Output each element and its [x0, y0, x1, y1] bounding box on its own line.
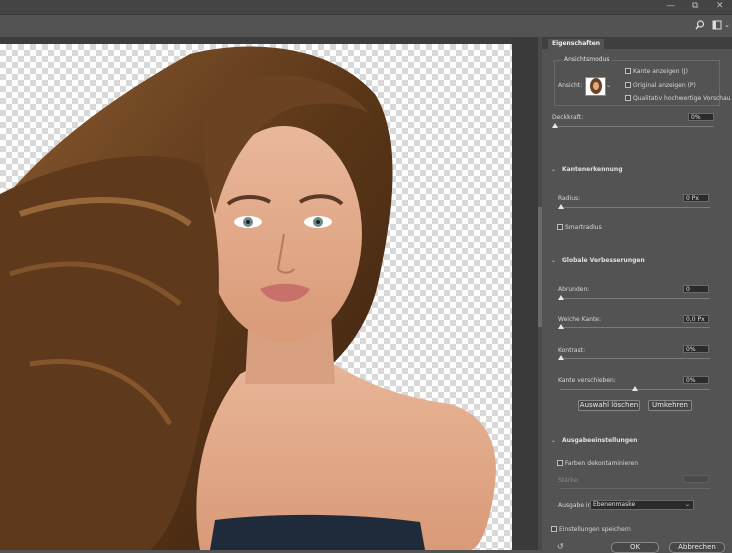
options-bar: ⌄: [0, 14, 732, 38]
edge-detection-chevron-icon[interactable]: ⌄: [551, 166, 556, 173]
strength-field: [683, 475, 709, 483]
contrast-field[interactable]: 0%: [683, 345, 709, 353]
remember-settings-label: Einstellungen speichern: [559, 526, 631, 533]
edge-detection-header[interactable]: Kantenerkennung: [562, 166, 623, 173]
search-icon[interactable]: [695, 20, 705, 33]
remember-settings-checkbox[interactable]: [551, 526, 557, 532]
global-refinements-chevron-icon[interactable]: ⌄: [551, 257, 556, 264]
portrait-image: [0, 46, 496, 550]
close-button[interactable]: ✕: [716, 1, 724, 12]
transparency-grid[interactable]: [0, 44, 512, 550]
minimize-button[interactable]: —: [666, 1, 675, 12]
tab-properties[interactable]: Eigenschaften: [548, 39, 605, 49]
output-to-value: Ebenenmaske: [593, 501, 636, 508]
panel-tab-row: Eigenschaften: [542, 37, 732, 49]
shift-edge-label: Kante verschieben:: [558, 377, 616, 384]
smooth-slider[interactable]: [560, 298, 710, 299]
contrast-label: Kontrast:: [558, 347, 586, 354]
radius-label: Radius:: [558, 195, 581, 202]
feather-slider[interactable]: [560, 327, 710, 328]
feather-label: Weiche Kante:: [558, 316, 602, 323]
shift-edge-slider-knob[interactable]: [632, 386, 638, 391]
restore-button[interactable]: ⧉: [692, 1, 698, 12]
hq-preview-label: Qualitativ hochwertige Vorschau: [633, 95, 731, 102]
output-to-chevron-icon: ⌄: [684, 501, 690, 508]
show-edge-label: Kante anzeigen (J): [633, 68, 688, 75]
workspace-icon[interactable]: [712, 20, 722, 33]
ruler: [0, 37, 512, 44]
contrast-slider[interactable]: [560, 358, 710, 359]
output-to-label: Ausgabe in:: [558, 502, 594, 509]
radius-slider-knob[interactable]: [558, 204, 564, 209]
opacity-slider-knob[interactable]: [552, 123, 558, 128]
canvas-area[interactable]: [0, 37, 512, 550]
opacity-label: Deckkraft:: [552, 114, 584, 121]
cancel-button[interactable]: Abbrechen: [669, 542, 725, 553]
smooth-slider-knob[interactable]: [558, 295, 564, 300]
view-dropdown-chevron-icon[interactable]: ⌄: [606, 82, 611, 89]
show-original-checkbox[interactable]: [625, 82, 631, 88]
decontaminate-label: Farben dekontaminieren: [565, 460, 639, 467]
view-thumbnail[interactable]: [585, 77, 606, 96]
show-edge-checkbox[interactable]: [625, 68, 631, 74]
view-label: Ansicht:: [558, 82, 583, 89]
output-settings-header[interactable]: Ausgabeeinstellungen: [562, 437, 637, 444]
view-mode-legend: Ansichtsmodus: [562, 56, 612, 63]
hq-preview-checkbox[interactable]: [625, 95, 631, 101]
opacity-slider[interactable]: [554, 126, 714, 127]
smart-radius-checkbox[interactable]: [557, 224, 563, 230]
radius-field[interactable]: 0 Px: [683, 194, 709, 202]
opacity-field[interactable]: 0%: [688, 113, 714, 121]
shift-edge-field[interactable]: 0%: [683, 376, 709, 384]
decontaminate-checkbox[interactable]: [557, 460, 563, 466]
strength-label: Stärke:: [558, 477, 580, 484]
radius-slider[interactable]: [560, 207, 710, 208]
properties-panel: Eigenschaften Ansichtsmodus Ansicht: ⌄ K…: [542, 37, 732, 553]
workspace-chevron-icon[interactable]: ⌄: [724, 20, 730, 31]
canvas-scrollbar-area: [512, 37, 542, 550]
smooth-field[interactable]: 0: [683, 285, 709, 293]
global-refinements-header[interactable]: Globale Verbesserungen: [562, 257, 645, 264]
strength-slider: [560, 488, 710, 489]
output-to-select[interactable]: Ebenenmaske ⌄: [590, 500, 694, 510]
show-original-label: Original anzeigen (P): [633, 82, 696, 89]
ok-button[interactable]: OK: [611, 542, 659, 553]
clear-selection-button[interactable]: Auswahl löschen: [578, 400, 640, 411]
contrast-slider-knob[interactable]: [558, 355, 564, 360]
invert-button[interactable]: Umkehren: [648, 400, 692, 411]
smart-radius-label: Smartradius: [565, 224, 602, 231]
feather-field[interactable]: 0,0 Px: [683, 315, 709, 323]
smooth-label: Abrunden:: [558, 286, 590, 293]
feather-slider-knob[interactable]: [558, 324, 564, 329]
title-bar: — ⧉ ✕: [0, 0, 732, 14]
output-settings-chevron-icon[interactable]: ⌄: [551, 437, 556, 444]
